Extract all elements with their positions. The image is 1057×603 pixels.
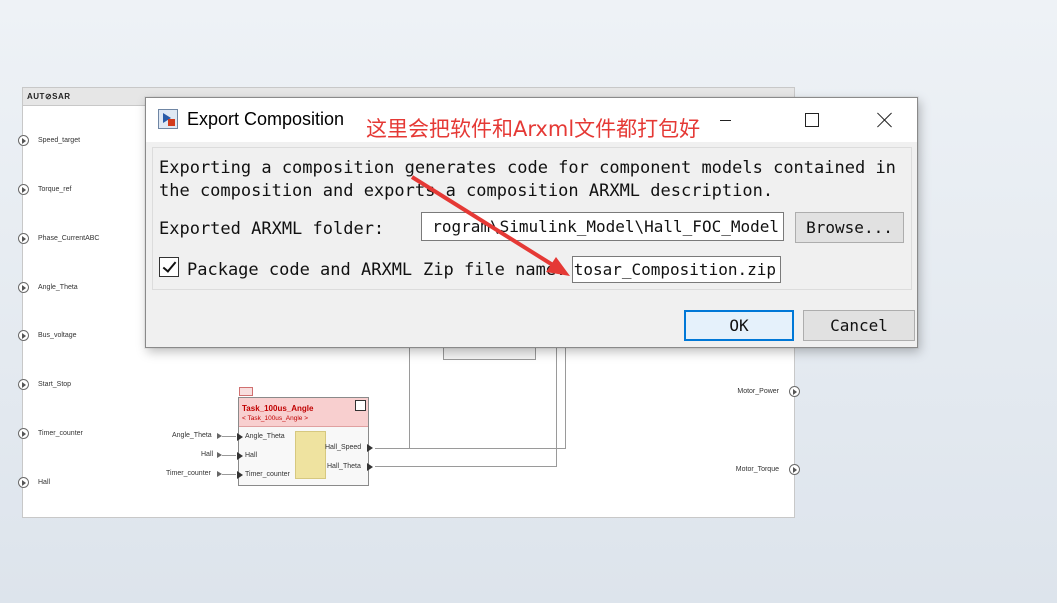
inport-icon[interactable] bbox=[18, 379, 29, 390]
block-input-port: Hall bbox=[245, 452, 258, 459]
outport-label: Motor_Power bbox=[737, 388, 779, 395]
inport-label: Start_Stop bbox=[38, 381, 72, 388]
browse-button[interactable]: Browse... bbox=[795, 212, 904, 243]
zip-input-value: tosar_Composition.zip bbox=[573, 260, 776, 279]
signal-wire bbox=[409, 347, 410, 448]
block-input-label: Hall bbox=[201, 451, 214, 458]
signal-wire bbox=[222, 474, 236, 475]
subsystem-body bbox=[295, 431, 326, 479]
output-arrow-icon bbox=[367, 444, 373, 452]
output-arrow-icon bbox=[367, 463, 373, 471]
simulink-app-icon bbox=[158, 109, 178, 129]
folder-label: Exported ARXML folder: bbox=[159, 219, 385, 239]
inport-icon[interactable] bbox=[18, 330, 29, 341]
block-input-port: Angle_Theta bbox=[245, 433, 285, 440]
description-line-2: the composition and exports a compositio… bbox=[159, 181, 774, 201]
inport-label: Speed_target bbox=[38, 137, 81, 144]
block-title: Task_100us_Angle bbox=[242, 404, 314, 413]
ok-button[interactable]: OK bbox=[684, 310, 794, 341]
block-header: Task_100us_Angle < Task_100us_Angle > bbox=[239, 398, 368, 427]
zip-file-name-input[interactable]: tosar_Composition.zip bbox=[572, 256, 781, 283]
description-line-1: Exporting a composition generates code f… bbox=[159, 158, 896, 178]
inport-icon[interactable] bbox=[18, 428, 29, 439]
block-expand-icon[interactable] bbox=[355, 400, 366, 411]
task-100us-angle-block[interactable]: Task_100us_Angle < Task_100us_Angle > An… bbox=[237, 397, 373, 486]
autosar-logo: AUT⊘SAR bbox=[27, 92, 71, 101]
export-composition-dialog[interactable]: Export Composition 这里会把软件和Arxml文件都打包好 Ex… bbox=[145, 97, 918, 348]
dialog-title: Export Composition bbox=[187, 109, 345, 129]
inport-icon[interactable] bbox=[18, 282, 29, 293]
annotation-text: 这里会把软件和Arxml文件都打包好 bbox=[366, 117, 701, 141]
inport-icon[interactable] bbox=[18, 184, 29, 195]
inport-icon[interactable] bbox=[18, 477, 29, 488]
block-output-port: Hall_Theta bbox=[327, 463, 361, 470]
maximize-icon[interactable] bbox=[789, 98, 835, 142]
block-output-port: Hall_Speed bbox=[325, 444, 362, 451]
folder-input-value: rogram\Simulink_Model\Hall_FOC_Model bbox=[432, 217, 779, 236]
block-input-label: Angle_Theta bbox=[172, 432, 212, 439]
signal-wire bbox=[565, 347, 566, 448]
inport-label: Phase_CurrentABC bbox=[38, 235, 100, 242]
outport-icon[interactable] bbox=[789, 464, 800, 475]
signal-wire bbox=[222, 436, 236, 437]
signal-wire bbox=[375, 466, 557, 467]
input-arrow-icon bbox=[237, 452, 243, 460]
input-arrow-icon bbox=[237, 471, 243, 479]
inport-label: Angle_Theta bbox=[38, 284, 78, 291]
package-checkbox[interactable] bbox=[159, 257, 179, 277]
inport-label: Hall bbox=[38, 479, 51, 486]
outport-icon[interactable] bbox=[789, 386, 800, 397]
block-subtitle: < Task_100us_Angle > bbox=[242, 415, 309, 422]
zip-label: Zip file name: bbox=[423, 260, 567, 280]
block-badge-icon bbox=[239, 387, 253, 396]
inport-label: Timer_counter bbox=[38, 430, 83, 437]
inport-label: Torque_ref bbox=[38, 186, 72, 193]
arxml-folder-input[interactable]: rogram\Simulink_Model\Hall_FOC_Model bbox=[421, 212, 784, 241]
minimize-icon[interactable] bbox=[703, 98, 749, 142]
inport-icon[interactable] bbox=[18, 233, 29, 244]
dialog-titlebar[interactable]: Export Composition 这里会把软件和Arxml文件都打包好 bbox=[146, 98, 917, 142]
outport-label: Motor_Torque bbox=[735, 466, 779, 473]
signal-wire bbox=[222, 455, 236, 456]
signal-wire bbox=[375, 448, 566, 449]
close-icon[interactable] bbox=[861, 98, 907, 142]
block-input-port: Timer_counter bbox=[245, 471, 290, 478]
inport-label: Bus_voltage bbox=[38, 332, 77, 339]
block-input-label: Timer_counter bbox=[166, 470, 211, 477]
cancel-button[interactable]: Cancel bbox=[803, 310, 915, 341]
inport-icon[interactable] bbox=[18, 135, 29, 146]
input-arrow-icon bbox=[237, 433, 243, 441]
package-label: Package code and ARXML bbox=[187, 260, 413, 280]
